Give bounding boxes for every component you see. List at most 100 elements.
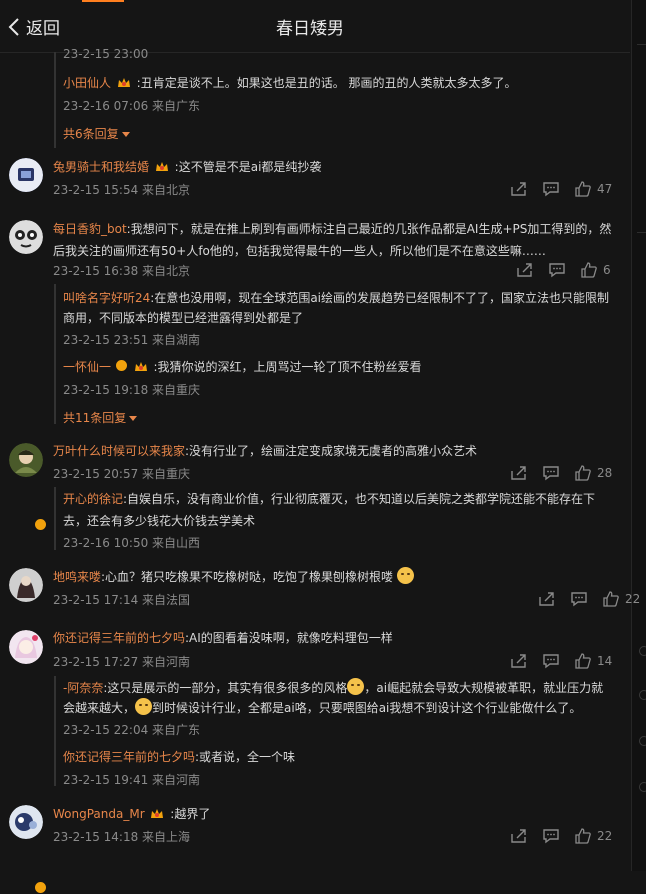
caret-down-icon [129,416,138,421]
reply: 开心的徐记:自娱自乐，没有商业价值，行业彻底覆灭，也不知道以后美院之类都学院还能… [63,490,595,507]
reply-text: :或者说，全一个味 [195,750,296,764]
comment-text: :越界了 [170,807,211,821]
crown-badge-icon [134,362,147,371]
avatar[interactable] [9,630,43,664]
sleepy-emoji-icon [347,678,365,695]
verified-badge-icon [34,881,47,894]
reply: 一怀仙一 :我猜你说的深红，上周骂过一轮了顶不住粉丝爱看 [63,358,422,375]
like-thumb-icon[interactable] [574,828,592,844]
like-count: 28 [597,466,613,480]
reply-meta: 23-2-15 19:18 来自重庆 [63,383,201,397]
reply-text-cont: 去，还会有多少钱花大价钱去学美术 [63,514,256,528]
reply-text: :在意也没用啊，现在全球范围ai绘画的发展趋势已经限制不了了，国家立法也只能限制 [150,291,610,305]
top-accent-bar [82,0,124,2]
like-thumb-icon[interactable] [574,181,592,197]
comment-actions: 28 [510,464,612,482]
comment-text: :AI的图看着没味啊，就像吃料理包一样 [185,631,393,645]
comment-icon[interactable] [548,262,566,278]
comment-icon[interactable] [542,181,560,197]
verified-badge-icon [34,518,47,531]
like-count: 14 [597,654,613,668]
reply-thread-line [54,52,56,148]
reply: 小田仙人 :丑肯定是谈不上。如果这也是丑的话。 那画的丑的人类就太多太多了。 [63,74,517,91]
comment-username[interactable]: 兔男骑士和我结婚 [53,160,149,174]
reply-username[interactable]: 小田仙人 [63,76,111,90]
crown-badge-icon [155,162,168,171]
comment-username[interactable]: 每日香豹_bot [53,222,127,236]
reply-thread-line [54,676,56,786]
like-thumb-icon[interactable] [574,653,592,669]
reply-username[interactable]: -阿奈奈 [63,681,103,695]
laughing-emoji-icon [396,567,414,584]
side-icon[interactable] [639,690,646,700]
like-thumb-icon[interactable] [580,262,598,278]
reply-username[interactable]: 一怀仙一 [63,360,111,374]
top-bar: 返回 春日矮男 [0,0,630,53]
share-icon[interactable] [510,653,528,669]
comment-text: :这不管是不是ai都是纯抄袭 [174,160,322,174]
comment-username[interactable]: WongPanda_Mr [53,807,145,821]
more-replies-link[interactable]: 共6条回复 [63,125,130,142]
comment-meta: 23-2-15 23:00 [63,47,149,61]
caret-down-icon [121,132,130,137]
comment-icon[interactable] [542,828,560,844]
reply-meta: 23-2-15 22:04 来自广东 [63,723,201,737]
comment-icon[interactable] [570,591,588,607]
comment-meta: 23-2-15 15:54 来自北京 [53,183,191,197]
like-thumb-icon[interactable] [574,465,592,481]
avatar[interactable] [9,568,43,602]
avatar[interactable] [9,443,43,477]
reply-meta: 23-2-16 07:06 来自广东 [63,99,201,113]
side-icon[interactable] [639,646,646,656]
comment-username[interactable]: 万叶什么时候可以来我家 [53,444,185,458]
reply-username[interactable]: 开心的徐记 [63,492,123,506]
side-icon[interactable] [639,782,646,792]
reply-text: ，ai崛起就会导致大规模被革职，就业压力就 [364,681,604,695]
avatar[interactable] [9,805,43,839]
comment: 兔男骑士和我结婚 :这不管是不是ai都是纯抄袭 [53,158,321,175]
comment-meta: 23-2-15 17:14 来自法国 [53,593,191,607]
comment-text: :心血？猪只吃橡果不吃橡树哒，吃饱了橡果刨橡树根喽 [101,570,394,584]
share-icon[interactable] [510,828,528,844]
avatar[interactable] [9,220,43,254]
reply: -阿奈奈:这只是展示的一部分，其实有很多很多的风格 ，ai崛起就会导致大规模被革职… [63,678,603,696]
like-count: 22 [625,592,641,606]
comment-username[interactable]: 你还记得三年前的七夕吗 [53,631,185,645]
comment-text: :我想问下，就是在推上刷到有画师标注自己最近的几张作品都是AI生成+PS加工得到… [126,222,612,236]
avatar[interactable] [9,158,43,192]
like-count: 6 [603,263,611,277]
comment-meta: 23-2-15 16:38 来自北京 [53,264,191,278]
reply: 叫啥名字好听24:在意也没用啊，现在全球范围ai绘画的发展趋势已经限制不了了，国… [63,289,609,306]
like-count: 22 [597,829,613,843]
reply-username[interactable]: 你还记得三年前的七夕吗 [63,750,195,764]
crown-badge-icon [151,809,164,818]
comment-actions: 22 [538,590,640,608]
comment-username[interactable]: 地鸣来喽 [53,570,101,584]
more-replies-link[interactable]: 共11条回复 [63,409,138,426]
comment-icon[interactable] [542,465,560,481]
right-side-panel [631,0,646,871]
comment-actions: 22 [510,827,612,845]
comment: 地鸣来喽:心血？猪只吃橡果不吃橡树哒，吃饱了橡果刨橡树根喽 [53,567,414,585]
share-icon[interactable] [516,262,534,278]
comment-actions: 47 [510,180,612,198]
verified-badge-icon [114,359,128,372]
reply-thread-line [54,487,56,550]
reply-text-cont: 会越来越大， 到时候设计行业，全都是ai咯，只要喂图给ai我想不到设计这个行业能做… [63,698,581,716]
comment: 每日香豹_bot:我想问下，就是在推上刷到有画师标注自己最近的几张作品都是AI生… [53,220,611,237]
share-icon[interactable] [538,591,556,607]
comment-text-cont: 后我关注的画师还有50+人fo他的，包括我觉得最牛的一些人，所以他们是不在意这些… [53,244,546,258]
reply-text-cont: 商用，不同版本的模型已经泄露得到处都是了 [63,311,304,325]
comment: 你还记得三年前的七夕吗:AI的图看着没味啊，就像吃料理包一样 [53,629,393,646]
like-thumb-icon[interactable] [602,591,620,607]
side-icon[interactable] [639,736,646,746]
reply-text: :我猜你说的深红，上周骂过一轮了顶不住粉丝爱看 [153,360,422,374]
share-icon[interactable] [510,465,528,481]
comment-text: :没有行业了，绘画注定变成家境无虞者的高雅小众艺术 [185,444,478,458]
like-count: 47 [597,182,613,196]
comment-icon[interactable] [542,653,560,669]
crown-badge-icon [117,78,130,87]
reply-meta: 23-2-16 10:50 来自山西 [63,536,201,550]
share-icon[interactable] [510,181,528,197]
reply-username[interactable]: 叫啥名字好听24 [63,291,150,305]
